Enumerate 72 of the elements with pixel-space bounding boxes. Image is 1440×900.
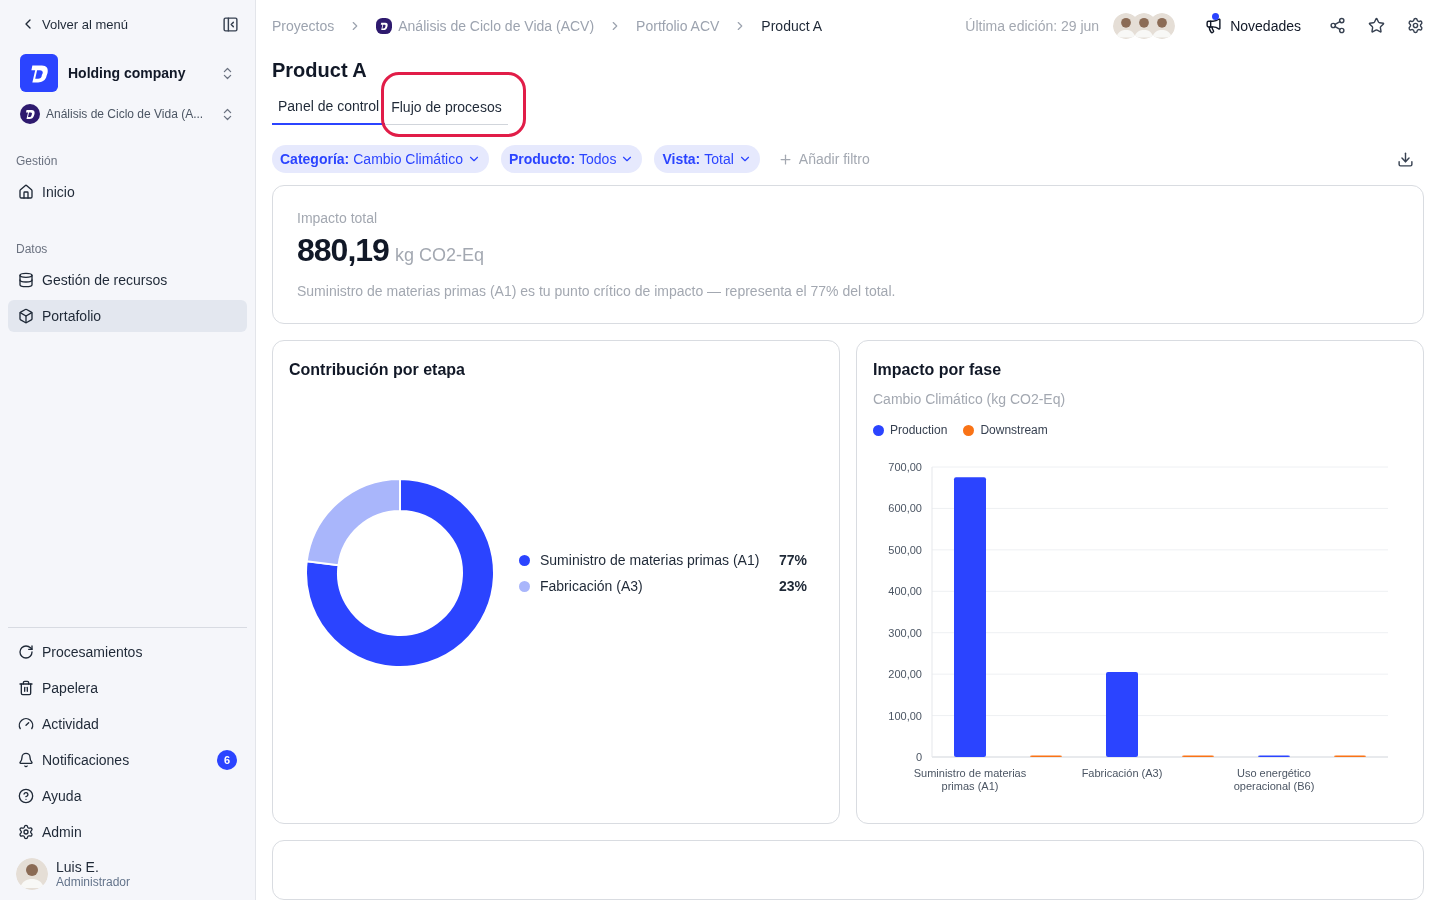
axis-label: 0 [915,751,922,763]
tab[interactable]: Flujo de procesos [385,92,508,125]
database-icon [18,272,34,288]
logo-icon [20,54,58,92]
legend-label: Downstream [980,423,1048,437]
axis-label: Uso energético operacional (B6) [1233,767,1315,792]
legend-dot [519,554,530,566]
page-title: Product A [272,59,368,82]
legend-value: 23% [778,578,807,594]
axis-label: 500,00 [888,543,922,556]
collapse-sidebar-button[interactable] [222,15,239,33]
megaphone-icon [1205,17,1223,34]
total-unit: kg CO2-Eq [394,245,484,266]
last-edit-text: Última edición: 29 jun [965,17,1100,34]
nav-item[interactable]: Inicio [8,176,247,208]
avatar-icon [16,858,48,890]
help-icon [18,788,34,804]
section-title: Gestión [15,154,59,168]
total-note: Suministro de materias primas (A1) es tu punto crítico de impacto — representa el 77% del total. [297,283,897,299]
nav-item[interactable]: Admin [8,816,247,848]
avatar-icon [1149,12,1176,39]
user-name: Luis E. [56,859,100,875]
refresh-icon [18,644,34,660]
axis-label: 700,00 [888,461,922,473]
filter-chip[interactable]: Categoría: Cambio Climático [272,145,489,173]
legend-label: Suministro de materias primas (A1) [540,552,761,568]
star-button[interactable] [1368,17,1385,34]
back-link[interactable]: Volver al menú [8,14,140,34]
section-title: Datos [15,242,49,256]
nav-item[interactable]: Papelera [8,672,247,704]
legend-label: Production [890,423,948,437]
logo-icon [20,104,40,124]
nav-item[interactable]: Procesamientos [8,636,247,668]
cube-icon [18,308,34,324]
project-switcher[interactable]: Análisis de Ciclo de Vida (A... [8,104,247,124]
plus-icon [777,151,793,167]
legend-value: 77% [778,552,807,568]
settings-button[interactable] [1407,17,1424,34]
axis-label: Fabricación (A3) [1081,767,1163,779]
nav-item[interactable]: Ayuda [8,780,247,812]
tab[interactable]: Panel de control [272,92,386,125]
trash-icon [18,680,34,696]
settings-icon [18,824,34,840]
home-icon [18,184,34,200]
axis-label: 300,00 [888,626,922,639]
download-button[interactable] [1397,150,1414,168]
filter-chip[interactable]: Producto: Todos [500,145,643,173]
total-label: Impacto total [297,210,379,226]
nav-item[interactable]: Gestión de recursos [8,264,247,296]
legend-label: Fabricación (A3) [540,578,644,594]
card-title: Impacto por fase [873,361,1003,379]
gauge-icon [18,716,34,732]
axis-label: Suministro de materias primas (A1) [913,767,1027,792]
count-badge: 6 [217,750,237,770]
bell-icon [18,752,34,768]
total-value: 880,19 [297,232,389,269]
user-role: Administrador [56,875,131,889]
axis-label: 400,00 [888,585,922,598]
axis-label: 100,00 [888,709,922,722]
axis-label: 600,00 [888,502,922,515]
news-button[interactable]: Novedades [1199,16,1307,35]
breadcrumb-link[interactable]: Product A [761,17,823,34]
company-switcher[interactable]: Holding company [8,54,247,92]
chart-subtitle: Cambio Climático (kg CO2-Eq) [873,391,1067,407]
legend-dot [519,580,530,592]
share-button[interactable] [1329,17,1346,34]
axis-label: 200,00 [888,668,922,681]
nav-item[interactable]: Notificaciones 6 [8,744,247,776]
card-title: Contribución por etapa [289,361,466,379]
filter-chip[interactable]: Vista: Total [654,145,760,173]
nav-item[interactable]: Actividad [8,708,247,740]
nav-item[interactable]: Portafolio [8,300,247,332]
